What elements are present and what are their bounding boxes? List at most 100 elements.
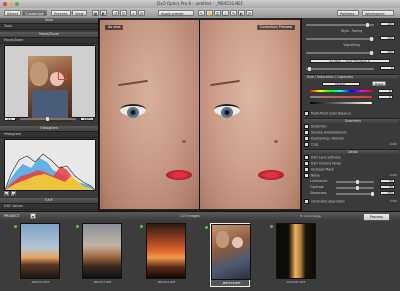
apply-preset-button[interactable]: Apply preset xyxy=(158,10,194,16)
rotate-right-icon[interactable]: ↻ xyxy=(120,10,127,16)
rp-slider-row-2[interactable]: 100 xyxy=(304,36,399,41)
image-viewer[interactable]: As shot Correction Preview xyxy=(99,18,301,211)
saturation-bar[interactable] xyxy=(310,96,372,98)
navigator-viewport-rect[interactable] xyxy=(58,70,67,80)
luminance-row[interactable]: Luminance 55 xyxy=(304,179,399,184)
exif-subheader[interactable]: EXIF Values xyxy=(0,204,98,210)
toning-slider[interactable] xyxy=(306,37,374,41)
tab-view[interactable]: View xyxy=(72,10,87,16)
luminance-slider[interactable] xyxy=(336,180,374,184)
hsl-reset-button[interactable]: Reset xyxy=(372,81,387,86)
rp-slider-row-3[interactable]: 100 xyxy=(304,50,399,55)
pointer-icon[interactable]: ↖ xyxy=(198,10,205,16)
view-option[interactable]: To main stage xyxy=(300,214,321,218)
tab-select[interactable]: Select xyxy=(4,10,22,16)
loupe-icon[interactable]: ⌕ xyxy=(130,10,137,16)
rp-slider-row-4[interactable]: 0 xyxy=(304,66,399,71)
top-slider[interactable] xyxy=(306,23,374,27)
film-item[interactable]: _MB4442.NEF xyxy=(140,223,186,287)
multipoint-checkbox[interactable] xyxy=(304,111,309,116)
contrast-slider-knob[interactable] xyxy=(356,186,359,190)
toning-slider-knob[interactable] xyxy=(370,37,373,41)
contrast-value[interactable]: 55 xyxy=(380,185,395,189)
compare-icon[interactable]: ◧ xyxy=(100,10,107,16)
contrast-slider[interactable] xyxy=(336,186,374,190)
noise-row[interactable]: Noise Auto xyxy=(304,173,399,178)
hsl-section-header[interactable]: Hue / Saturation / Lightness xyxy=(304,74,399,79)
after-pane[interactable]: Correction Preview xyxy=(200,20,300,209)
tools-header[interactable]: Tools xyxy=(0,18,98,24)
distortion-checkbox[interactable] xyxy=(304,124,309,129)
vignetting-value[interactable]: 100 xyxy=(380,50,395,54)
workspace-button[interactable]: Workspace xyxy=(362,10,394,16)
hue-bar[interactable] xyxy=(310,90,372,92)
project-menu-icon[interactable]: ▾ xyxy=(30,213,36,219)
crop-row[interactable]: Crop Auto xyxy=(304,142,399,147)
chromatic-aberration-checkbox[interactable] xyxy=(304,199,309,204)
top-slider-knob[interactable] xyxy=(366,23,369,27)
shadow-clip-icon[interactable]: ◐ xyxy=(4,191,9,197)
tab-process[interactable]: Process xyxy=(51,10,71,16)
film-thumbnail[interactable] xyxy=(146,223,186,279)
film-item-selected[interactable]: _MB4516.NEF xyxy=(205,223,251,287)
chromatic-aberration-row[interactable]: Chromatic aberration Auto xyxy=(304,199,399,204)
lens-softness-checkbox[interactable] xyxy=(304,155,309,160)
tab-customize[interactable]: Customize xyxy=(22,10,47,16)
hsl-channel-select[interactable]: Master xyxy=(322,82,360,86)
film-item[interactable]: _MB4437.NEF xyxy=(76,223,122,287)
process-button[interactable]: Process xyxy=(362,213,390,221)
saturation-value[interactable]: 0 xyxy=(378,95,393,99)
refresh-icon[interactable]: ⟳ xyxy=(246,10,253,16)
hand-icon[interactable]: ✋ xyxy=(206,10,213,16)
zoom-percent-field[interactable]: 100% xyxy=(80,117,94,121)
sharpness-row[interactable]: Sharpness 100 xyxy=(304,191,399,196)
film-thumbnail[interactable] xyxy=(82,223,122,279)
film-item[interactable]: _MB4419.NEF xyxy=(14,223,60,287)
rotate-left-icon[interactable]: ↺ xyxy=(112,10,119,16)
film-preset-select[interactable]: As Shot — Dark Filmback 2 xyxy=(310,59,390,63)
volume-checkbox[interactable] xyxy=(304,130,309,135)
film-value[interactable]: 0 xyxy=(380,66,395,70)
before-pane[interactable]: As shot xyxy=(100,20,199,209)
zoom-input[interactable]: 1:1 xyxy=(4,117,16,121)
distortion-row[interactable]: Distortion xyxy=(304,124,399,129)
chroma-noise-row[interactable]: DxO Chroma Noise xyxy=(304,161,399,166)
eyedropper-icon[interactable]: ✎ xyxy=(230,10,237,16)
top-value[interactable]: 100 xyxy=(380,22,395,26)
sharpness-value[interactable]: 100 xyxy=(380,191,395,195)
zoom-slider[interactable] xyxy=(20,117,76,121)
move-zoom-subheader[interactable]: Move/Zoom xyxy=(0,38,98,44)
fit-icon[interactable]: ⊡ xyxy=(138,10,145,16)
crop-checkbox[interactable] xyxy=(304,142,309,147)
film-slider[interactable] xyxy=(306,67,374,71)
contrast-row[interactable]: Contrast 55 xyxy=(304,185,399,190)
histogram-subheader[interactable]: Histogram xyxy=(0,132,98,138)
sharpness-slider[interactable] xyxy=(336,192,374,196)
toning-value[interactable]: 100 xyxy=(380,36,395,40)
keystoning-row[interactable]: Keystoning / Horizon xyxy=(304,136,399,141)
detail-section-header[interactable]: Detail xyxy=(304,149,399,154)
hue-value[interactable]: 0 xyxy=(378,89,393,93)
lightness-bar[interactable] xyxy=(310,102,372,104)
film-slider-knob[interactable] xyxy=(308,67,311,71)
navigator-thumbnail[interactable] xyxy=(28,56,72,122)
rp-slider-row-1[interactable]: 100 xyxy=(304,22,399,27)
white-balance-icon[interactable]: ◐ xyxy=(238,10,245,16)
noise-checkbox[interactable] xyxy=(304,173,309,178)
sharpness-slider-knob[interactable] xyxy=(371,192,374,196)
vignetting-slider[interactable] xyxy=(306,51,374,55)
crop-icon[interactable]: ⌗ xyxy=(214,10,221,16)
volume-row[interactable]: Volume Anamorphosis xyxy=(304,130,399,135)
keystoning-checkbox[interactable] xyxy=(304,136,309,141)
palettes-button[interactable]: Palettes xyxy=(337,10,359,16)
tools-subheader[interactable]: Tools xyxy=(0,24,98,30)
film-thumbnail[interactable] xyxy=(20,223,60,279)
unsharp-mask-row[interactable]: Unsharp Mask xyxy=(304,167,399,172)
film-thumbnail[interactable] xyxy=(276,223,316,279)
vignetting-slider-knob[interactable] xyxy=(370,51,373,55)
luminance-slider-knob[interactable] xyxy=(356,180,359,184)
filmstrip[interactable]: _MB4419.NEF _MB4437.NEF _MB4442.NEF _MB4… xyxy=(0,221,400,291)
unsharp-mask-checkbox[interactable] xyxy=(304,167,309,172)
grid-icon[interactable]: ▦ xyxy=(92,10,99,16)
geometry-section-header[interactable]: Geometry xyxy=(304,118,399,123)
